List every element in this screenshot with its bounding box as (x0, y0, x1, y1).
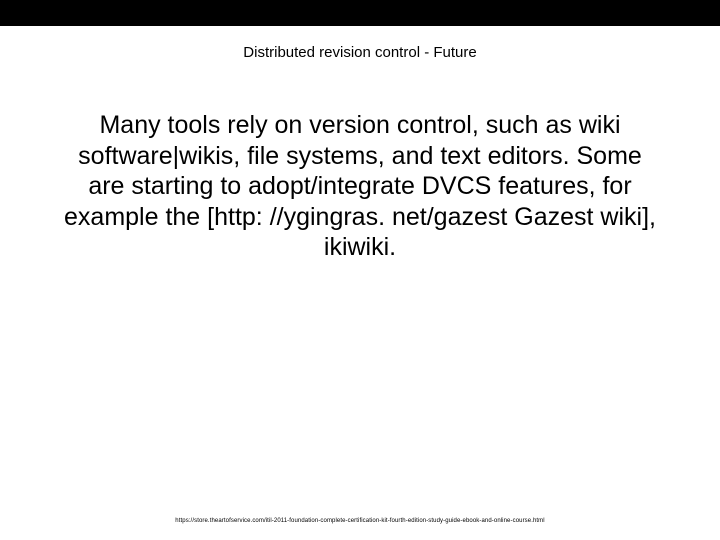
slide: Distributed revision control - Future 1M… (0, 0, 720, 540)
footer-link[interactable]: https://store.theartofservice.com/itil-2… (0, 518, 720, 524)
body-text: Many tools rely on version control, such… (64, 111, 656, 261)
top-bar (0, 0, 720, 26)
slide-body: 1Many tools rely on version control, suc… (60, 110, 660, 263)
slide-title: Distributed revision control - Future (0, 44, 720, 61)
